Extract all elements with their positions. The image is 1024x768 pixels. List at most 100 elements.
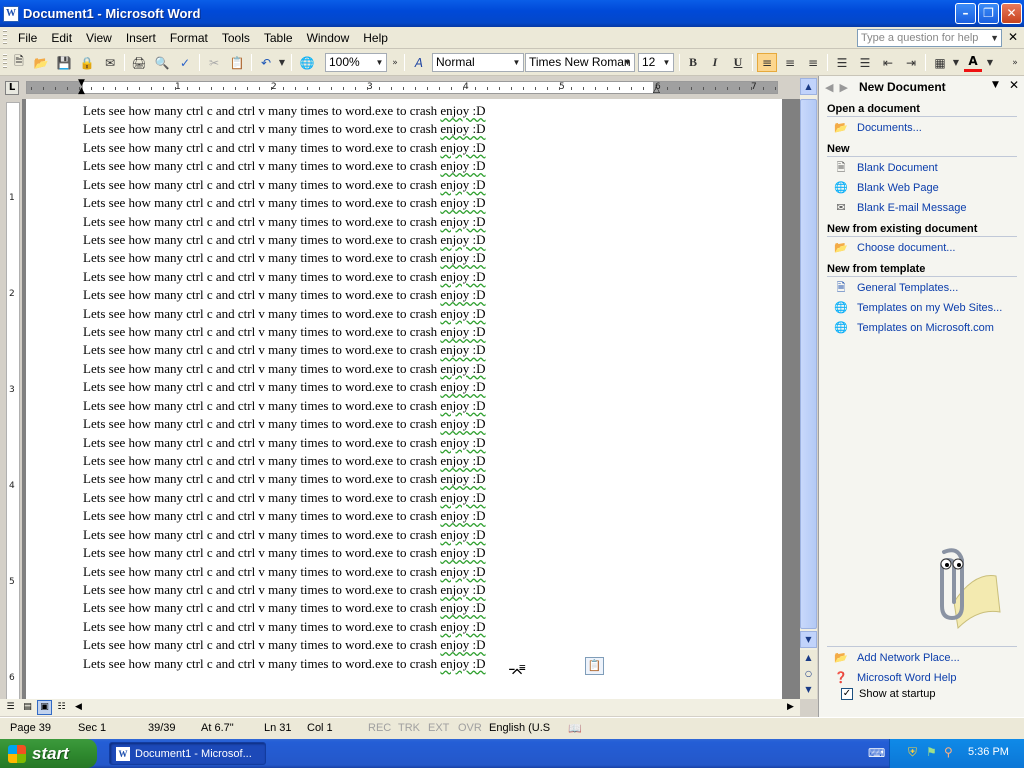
horizontal-ruler[interactable]: ▼ ▲ △ 1 2 3 4 5 6 7 [26, 78, 778, 96]
document-line[interactable]: Lets see how many ctrl c and ctrl v many… [83, 305, 486, 323]
spelling-squiggle-text[interactable]: enjoy :D [440, 471, 485, 486]
scroll-up-icon[interactable]: ▲ [800, 78, 817, 95]
horizontal-scrollbar[interactable]: ☰ ▤ ▣ ☷ ◀ ▶ [0, 699, 800, 716]
previous-page-icon[interactable]: ▲ [800, 650, 817, 667]
spelling-squiggle-text[interactable]: enjoy :D [440, 214, 485, 229]
chevron-down-icon[interactable]: ▼ [374, 54, 385, 71]
back-arrow-icon[interactable]: ◀ [825, 81, 833, 94]
font-select[interactable]: Times New Roman ▼ [525, 53, 635, 72]
borders-icon[interactable]: ▦ [931, 53, 949, 72]
menu-grip[interactable] [3, 29, 7, 46]
chevron-down-icon[interactable]: ▼ [990, 30, 999, 46]
spelling-squiggle-text[interactable]: enjoy :D [440, 564, 485, 579]
start-button[interactable]: start [0, 739, 97, 768]
align-left-icon[interactable]: ≡ [757, 53, 777, 72]
keyboard-icon[interactable]: ⌨ [868, 746, 885, 760]
normal-view-icon[interactable]: ☰ [3, 700, 18, 715]
spelling-squiggle-text[interactable]: enjoy :D [440, 508, 485, 523]
spelling-squiggle-text[interactable]: enjoy :D [440, 140, 485, 155]
clock[interactable]: 5:36 PM [968, 746, 1009, 758]
document-line[interactable]: Lets see how many ctrl c and ctrl v many… [83, 323, 486, 341]
close-button[interactable]: ✕ [1001, 3, 1022, 24]
templates-microsoft-link[interactable]: 🌐 Templates on Microsoft.com [833, 321, 994, 335]
document-line[interactable]: Lets see how many ctrl c and ctrl v many… [83, 120, 486, 138]
document-page[interactable]: Lets see how many ctrl c and ctrl v many… [26, 99, 782, 699]
document-line[interactable]: Lets see how many ctrl c and ctrl v many… [83, 157, 486, 175]
spelling-squiggle-text[interactable]: enjoy :D [440, 158, 485, 173]
document-line[interactable]: Lets see how many ctrl c and ctrl v many… [83, 139, 486, 157]
web-layout-icon[interactable]: ▤ [20, 700, 35, 715]
templates-web-sites-link[interactable]: 🌐 Templates on my Web Sites... [833, 301, 1002, 315]
italic-button[interactable]: I [706, 53, 724, 72]
menu-format[interactable]: Format [163, 28, 215, 48]
spelling-squiggle-text[interactable]: enjoy :D [440, 545, 485, 560]
align-right-icon[interactable]: ≡ [803, 53, 823, 72]
numbering-icon[interactable]: ☰ [833, 53, 851, 72]
help-search-input[interactable]: Type a question for help ▼ [857, 29, 1002, 47]
document-line[interactable]: Lets see how many ctrl c and ctrl v many… [83, 249, 486, 267]
menu-file[interactable]: File [11, 28, 44, 48]
taskbar-word-button[interactable]: W Document1 - Microsof... [109, 742, 266, 765]
status-record[interactable]: REC [368, 722, 391, 734]
document-line[interactable]: Lets see how many ctrl c and ctrl v many… [83, 194, 486, 212]
menu-table[interactable]: Table [257, 28, 300, 48]
document-line[interactable]: Lets see how many ctrl c and ctrl v many… [83, 581, 486, 599]
outline-view-icon[interactable]: ☷ [54, 700, 69, 715]
document-line[interactable]: Lets see how many ctrl c and ctrl v many… [83, 360, 486, 378]
checkbox-check-icon[interactable]: ✓ [841, 688, 853, 700]
chevron-down-icon[interactable]: ▼ [511, 54, 522, 71]
email-icon[interactable]: ✉ [101, 53, 119, 72]
spelling-squiggle-text[interactable]: enjoy :D [440, 398, 485, 413]
show-at-startup-checkbox[interactable]: ✓ Show at startup [841, 688, 935, 700]
next-page-icon[interactable]: ▼ [800, 682, 817, 699]
increase-indent-icon[interactable]: ⇥ [902, 53, 920, 72]
toolbar-grip[interactable] [3, 54, 7, 70]
document-line[interactable]: Lets see how many ctrl c and ctrl v many… [83, 415, 486, 433]
choose-document-link[interactable]: 📂 Choose document... [833, 241, 955, 255]
document-line[interactable]: Lets see how many ctrl c and ctrl v many… [83, 489, 486, 507]
word-help-link[interactable]: ❓ Microsoft Word Help [833, 671, 956, 685]
menu-tools[interactable]: Tools [215, 28, 257, 48]
spelling-status-icon[interactable]: 📖 [568, 722, 582, 735]
spelling-icon[interactable]: ✓ [176, 53, 194, 72]
spelling-squiggle-text[interactable]: enjoy :D [440, 379, 485, 394]
paste-options-icon[interactable]: 📋 [585, 657, 604, 675]
task-pane-close-icon[interactable]: ✕ [1009, 78, 1019, 92]
status-track-changes[interactable]: TRK [398, 722, 420, 734]
blank-document-link[interactable]: 🗎 Blank Document [833, 161, 938, 175]
forward-arrow-icon[interactable]: ▶ [839, 81, 847, 94]
close-document-icon[interactable]: ✕ [1008, 30, 1018, 44]
document-line[interactable]: Lets see how many ctrl c and ctrl v many… [83, 286, 486, 304]
spelling-squiggle-text[interactable]: enjoy :D [440, 103, 485, 118]
scroll-down-icon[interactable]: ▼ [800, 631, 817, 648]
document-line[interactable]: Lets see how many ctrl c and ctrl v many… [83, 397, 486, 415]
spelling-squiggle-text[interactable]: enjoy :D [440, 416, 485, 431]
minimize-button[interactable]: – [955, 3, 976, 24]
styles-pane-icon[interactable]: A [410, 53, 428, 72]
document-line[interactable]: Lets see how many ctrl c and ctrl v many… [83, 231, 486, 249]
document-line[interactable]: Lets see how many ctrl c and ctrl v many… [83, 544, 486, 562]
vertical-scrollbar[interactable]: ▲ ▼ ▲ ○ ▼ [800, 78, 817, 699]
general-templates-link[interactable]: 🗎 General Templates... [833, 281, 959, 295]
style-select[interactable]: Normal ▼ [432, 53, 524, 72]
menu-help[interactable]: Help [356, 28, 395, 48]
select-browse-object-icon[interactable]: ○ [800, 666, 817, 683]
toolbar-options-icon[interactable]: » [1010, 53, 1020, 72]
horizontal-scroll-track[interactable] [88, 700, 778, 715]
tab-selector[interactable]: L [5, 81, 19, 95]
document-line[interactable]: Lets see how many ctrl c and ctrl v many… [83, 268, 486, 286]
document-line[interactable]: Lets see how many ctrl c and ctrl v many… [83, 599, 486, 617]
document-line[interactable]: Lets see how many ctrl c and ctrl v many… [83, 341, 486, 359]
new-document-icon[interactable]: 🗎 [10, 53, 28, 72]
add-network-place-link[interactable]: 📂 Add Network Place... [833, 651, 960, 665]
document-line[interactable]: Lets see how many ctrl c and ctrl v many… [83, 563, 486, 581]
spelling-squiggle-text[interactable]: enjoy :D [440, 121, 485, 136]
borders-dropdown-icon[interactable]: ▼ [951, 53, 961, 72]
spelling-squiggle-text[interactable]: enjoy :D [440, 619, 485, 634]
save-icon[interactable]: 💾 [55, 53, 73, 72]
spelling-squiggle-text[interactable]: enjoy :D [440, 177, 485, 192]
menu-insert[interactable]: Insert [119, 28, 163, 48]
document-line[interactable]: Lets see how many ctrl c and ctrl v many… [83, 176, 486, 194]
spelling-squiggle-text[interactable]: enjoy :D [440, 232, 485, 247]
toolbar-options-icon[interactable]: » [390, 53, 400, 72]
